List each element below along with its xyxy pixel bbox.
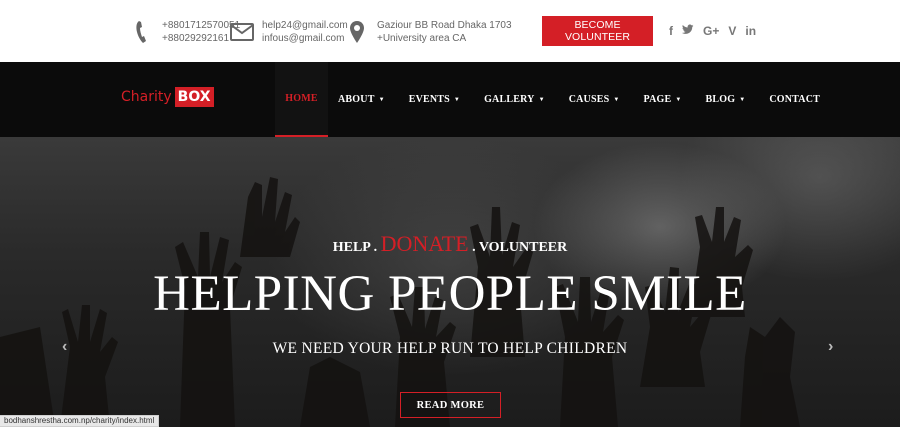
hero-subline: WE NEED YOUR HELP RUN TO HELP CHILDREN — [272, 340, 628, 357]
nav-item-page[interactable]: PAGE ▼ — [644, 62, 682, 137]
nav-item-about[interactable]: ABOUT ▼ — [338, 62, 385, 137]
contact-phone: +8801712570051 +88029292161 — [130, 19, 240, 45]
address-line-2: +University area CA — [377, 33, 467, 44]
linkedin-icon[interactable]: in — [745, 23, 756, 39]
google-plus-icon[interactable]: G+ — [703, 23, 719, 39]
address-line-1: Gaziour BB Road Dhaka 1703 — [377, 20, 512, 31]
tagline-volunteer: . VOLUNTEER — [472, 240, 568, 255]
email-line-1[interactable]: help24@gmail.com — [262, 19, 348, 32]
nav-item-contact[interactable]: CONTACT — [769, 62, 820, 137]
phone-line-1: +8801712570051 — [162, 20, 241, 31]
email-line-2[interactable]: infous@gmail.com — [262, 32, 348, 45]
nav-item-label: EVENTS — [408, 94, 450, 105]
envelope-icon — [230, 19, 254, 45]
social-links: f G+ V in — [669, 23, 765, 39]
caret-down-icon: ▼ — [453, 96, 461, 103]
tagline-donate: DONATE — [380, 231, 469, 256]
contact-email: help24@gmail.com infous@gmail.com — [230, 19, 348, 45]
map-pin-icon — [345, 19, 369, 45]
main-menu: HOME ABOUT ▼ EVENTS ▼ GALLERY ▼ CAUSES ▼ PAG… — [275, 62, 820, 137]
logo[interactable]: Charity BOX — [121, 87, 214, 107]
caret-down-icon: ▼ — [739, 96, 746, 103]
nav-item-gallery[interactable]: GALLERY ▼ — [484, 62, 545, 137]
nav-item-label: CONTACT — [769, 94, 821, 105]
slider-prev-icon[interactable]: ‹ — [62, 338, 67, 356]
hero-tagline: HELP . DONATE . VOLUNTEER — [0, 231, 900, 257]
tagline-help: HELP . — [332, 240, 378, 255]
main-navbar: Charity BOX HOME ABOUT ▼ EVENTS ▼ GALLERY ▼… — [0, 62, 900, 137]
read-more-button[interactable]: READ MORE — [400, 392, 501, 418]
caret-down-icon: ▼ — [613, 96, 620, 103]
nav-item-home[interactable]: HOME — [275, 62, 328, 137]
nav-item-blog[interactable]: BLOG ▼ — [706, 62, 746, 137]
facebook-icon[interactable]: f — [669, 23, 673, 39]
nav-item-events[interactable]: EVENTS ▼ — [409, 62, 460, 137]
status-bar-url: bodhanshrestha.com.np/charity/index.html — [0, 415, 160, 427]
phone-icon — [130, 19, 154, 45]
become-volunteer-button[interactable]: BECOME VOLUNTEER — [542, 16, 653, 46]
nav-item-label: PAGE — [643, 94, 672, 105]
caret-down-icon: ▼ — [675, 96, 682, 103]
vine-icon[interactable]: V — [728, 23, 736, 39]
logo-text: Charity — [121, 89, 172, 105]
logo-box: BOX — [174, 87, 214, 107]
caret-down-icon: ▼ — [378, 96, 385, 103]
slider-next-icon[interactable]: › — [828, 338, 833, 356]
nav-item-label: GALLERY — [484, 94, 535, 105]
hero-headline: HELPING PEOPLE SMILE — [153, 266, 747, 322]
top-info-bar: +8801712570051 +88029292161 help24@gmail… — [0, 0, 900, 62]
twitter-icon[interactable] — [682, 23, 694, 39]
nav-item-label: ABOUT — [338, 94, 375, 105]
nav-item-causes[interactable]: CAUSES ▼ — [569, 62, 620, 137]
nav-item-label: CAUSES — [568, 94, 610, 105]
hero-slider: HELP . DONATE . VOLUNTEER HELPING PEOPLE… — [0, 137, 900, 427]
nav-item-label: BLOG — [705, 94, 736, 105]
phone-line-2: +88029292161 — [162, 33, 230, 44]
contact-address: Gaziour BB Road Dhaka 1703 +University a… — [345, 19, 512, 45]
caret-down-icon: ▼ — [538, 96, 545, 103]
nav-item-label: HOME — [285, 93, 318, 104]
